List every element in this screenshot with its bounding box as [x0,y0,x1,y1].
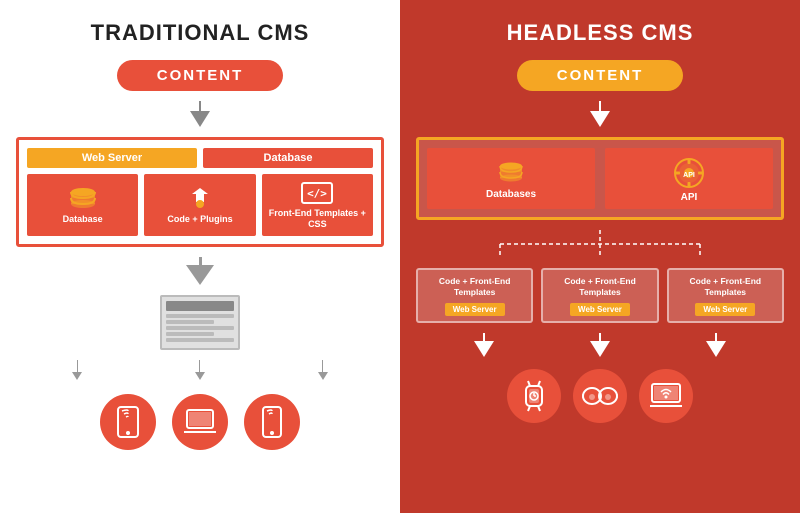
left-plugins-label: Code + Plugins [167,214,232,225]
left-big-arrow [186,257,214,285]
database-icon [69,186,97,210]
right-api-label: API [681,192,698,203]
left-arrow2 [195,360,205,380]
right-api-cell: API API [605,148,773,209]
code-icon: </> [301,182,333,204]
left-arrow-head [190,111,210,127]
left-main-box: Web Server Database Database [16,137,384,247]
right-database-icon [497,161,525,185]
right-devices-row [507,369,693,423]
left-device-laptop [172,394,228,450]
left-frontend-cell: </> Front-End Templates + CSS [262,174,373,236]
right-content-pill: CONTENT [517,60,684,91]
mobile-icon [262,406,282,438]
webserver-label-1: Web Server [445,303,505,316]
left-arrow3 [318,360,328,380]
dashed-lines-svg [440,230,760,258]
left-arrow-line [199,101,201,111]
left-server-row: Web Server Database [27,148,373,168]
left-device-phone [100,394,156,450]
right-databases-cell: Databases [427,148,595,209]
right-databases-label: Databases [486,189,536,200]
webserver-text-2: Code + Front-End Templates [547,276,652,298]
right-arrow-top [590,101,610,127]
left-arrow1 [72,360,82,380]
right-three-arrows [416,333,784,357]
webserver-box-2: Code + Front-End Templates Web Server [541,268,658,323]
webserver-text-1: Code + Front-End Templates [422,276,527,298]
webserver-boxes: Code + Front-End Templates Web Server Co… [416,268,784,323]
right-laptop-icon [649,382,683,410]
webserver-box-3: Code + Front-End Templates Web Server [667,268,784,323]
right-icon-row: Databases API API [427,148,773,209]
webserver-box-1: Code + Front-End Templates Web Server [416,268,533,323]
svg-text:</>: </> [307,187,327,200]
left-devices-row [100,394,300,450]
api-icon: API [674,158,704,188]
left-icon-row: Database Code + Plugins </> Front-End Te… [27,174,373,236]
vr-icon [582,384,618,408]
svg-text:API: API [683,172,695,179]
webserver-label-3: Web Server [695,303,755,316]
headless-cms-panel: HEADLESS CMS CONTENT Databases [400,0,800,513]
left-frontend-label: Front-End Templates + CSS [266,208,369,230]
database-label: Database [203,148,373,168]
right-device-vr [573,369,627,423]
webserver-text-3: Code + Front-End Templates [673,276,778,298]
watch-icon [519,379,549,413]
left-plugins-cell: Code + Plugins [144,174,255,236]
traditional-cms-panel: TRADITIONAL CMS CONTENT Web Server Datab… [0,0,400,513]
left-database-cell: Database [27,174,138,236]
headless-cms-title: HEADLESS CMS [507,20,694,46]
right-arrow2 [590,333,610,357]
left-content-pill: CONTENT [117,60,284,91]
webserver-label-2: Web Server [570,303,630,316]
right-arrow3 [706,333,726,357]
right-device-watch [507,369,561,423]
phone-icon [116,406,140,438]
plugin-icon [186,186,214,210]
right-device-laptop [639,369,693,423]
right-arrow1 [474,333,494,357]
right-main-box: Databases API API [416,137,784,220]
webpage-mockup [160,295,240,350]
traditional-cms-title: TRADITIONAL CMS [91,20,310,46]
left-database-label: Database [63,214,103,225]
left-three-arrows [16,360,384,380]
web-server-label: Web Server [27,148,197,168]
left-device-mobile [244,394,300,450]
laptop-icon [183,408,217,436]
